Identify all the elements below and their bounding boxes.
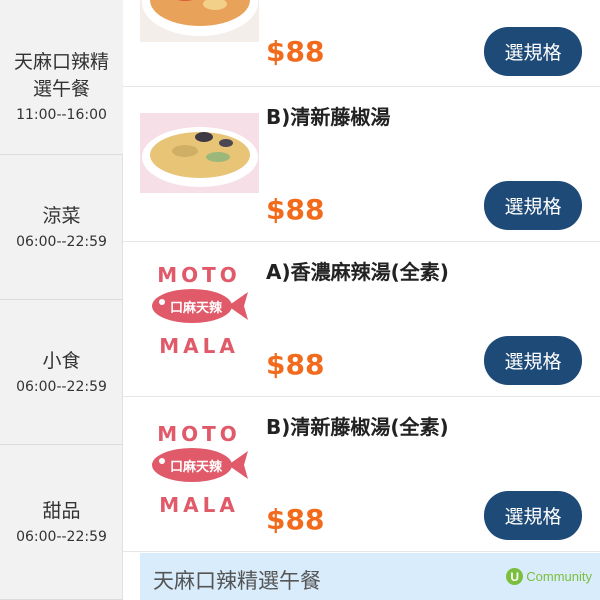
sidebar-item-cold-dishes[interactable]: 涼菜 06:00--22:59: [0, 155, 123, 300]
moto-mala-logo: MOTO 口麻天辣 MALA: [140, 417, 259, 517]
sidebar-item-snacks[interactable]: 小食 06:00--22:59: [0, 300, 123, 445]
sidebar-item-lunch-set[interactable]: 天麻口辣精 選午餐 11:00--16:00: [0, 0, 123, 155]
dish-name: B)清新藤椒湯(全素): [266, 415, 449, 439]
select-options-button[interactable]: 選規格: [484, 27, 582, 76]
watermark-text: Community: [526, 569, 592, 584]
category-sidebar: 天麻口辣精 選午餐 11:00--16:00 涼菜 06:00--22:59 小…: [0, 0, 123, 600]
sidebar-item-label: 選午餐: [32, 78, 90, 100]
logo-text-top: MOTO: [157, 422, 241, 446]
sidebar-item-desserts[interactable]: 甜品 06:00--22:59: [0, 445, 123, 600]
sidebar-item-label: 小食: [42, 349, 81, 372]
sidebar-item-time: 06:00--22:59: [16, 528, 107, 545]
price: $88: [266, 193, 325, 226]
logo-text-top: MOTO: [157, 263, 241, 287]
menu-list: $88 選規格 B)清新藤椒湯 $88 選規格 A)香濃麻辣湯(全素) MOTO: [123, 0, 600, 600]
select-options-button[interactable]: 選規格: [484, 336, 582, 385]
sidebar-item-time: 06:00--22:59: [16, 233, 107, 250]
dish-name: B)清新藤椒湯: [266, 105, 391, 129]
dish-photo: [140, 113, 259, 193]
logo-text-bottom: MALA: [159, 493, 239, 517]
select-options-button[interactable]: 選規格: [484, 491, 582, 540]
moto-mala-logo: MOTO 口麻天辣 MALA: [140, 258, 259, 358]
price: $88: [266, 348, 325, 381]
section-title: 天麻口辣精選午餐: [153, 569, 321, 593]
dish-photo: [140, 0, 259, 42]
community-logo-icon: U: [506, 568, 524, 585]
select-options-button[interactable]: 選規格: [484, 181, 582, 230]
price: $88: [266, 503, 325, 536]
dish-name: A)香濃麻辣湯(全素): [266, 260, 449, 284]
menu-item[interactable]: A)香濃麻辣湯(全素) MOTO 口麻天辣 MALA $88 選規格: [123, 242, 600, 397]
logo-text-bottom: MALA: [159, 334, 239, 358]
sidebar-item-time: 11:00--16:00: [16, 107, 107, 123]
logo-chars: 口麻天辣: [170, 300, 223, 316]
sidebar-item-time: 06:00--22:59: [16, 378, 107, 395]
menu-item[interactable]: B)清新藤椒湯(全素) MOTO 口麻天辣 MALA $88 選規格: [123, 397, 600, 552]
menu-item[interactable]: $88 選規格: [123, 0, 600, 87]
sidebar-item-label: 天麻口辣精: [13, 51, 109, 73]
menu-item[interactable]: B)清新藤椒湯 $88 選規格: [123, 87, 600, 242]
logo-chars: 口麻天辣: [170, 459, 223, 475]
watermark: U Community: [506, 568, 592, 585]
sidebar-item-label: 涼菜: [42, 204, 81, 227]
sidebar-item-label: 甜品: [42, 499, 81, 522]
section-header: 天麻口辣精選午餐 U Community: [140, 553, 600, 600]
price: $88: [266, 35, 325, 68]
